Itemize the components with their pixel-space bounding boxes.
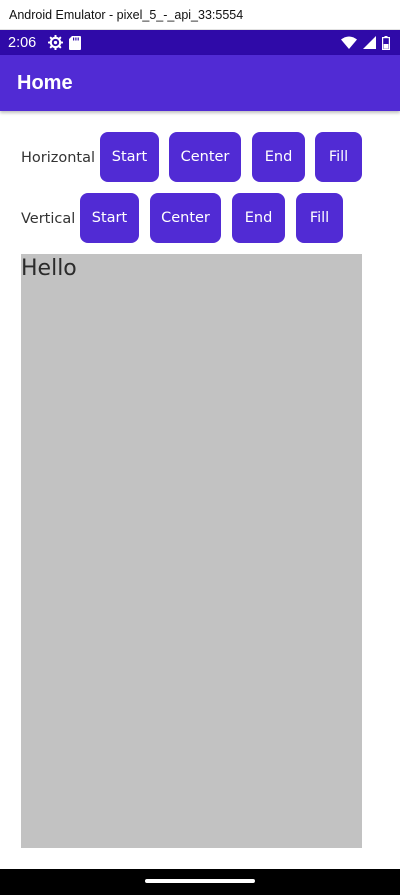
vertical-center-button[interactable]: Center: [150, 193, 221, 243]
app-bar: Home: [0, 55, 400, 111]
home-gesture-handle[interactable]: [145, 879, 255, 883]
status-bar: 2:06: [0, 30, 400, 55]
status-bar-left: 2:06: [8, 34, 82, 51]
vertical-end-button[interactable]: End: [232, 193, 285, 243]
horizontal-label: Horizontal: [21, 150, 96, 166]
hello-label: Hello: [21, 256, 77, 281]
content-box: Hello: [21, 254, 362, 848]
horizontal-end-button[interactable]: End: [252, 132, 305, 182]
emulator-title-bar: Android Emulator - pixel_5_-_api_33:5554: [0, 0, 400, 30]
vertical-fill-button[interactable]: Fill: [296, 193, 343, 243]
vertical-options-row: Vertical Start Center End Fill: [0, 193, 400, 245]
horizontal-fill-button[interactable]: Fill: [315, 132, 362, 182]
horizontal-options-row: Horizontal Start Center End Fill: [0, 132, 400, 184]
cellular-signal-icon: [363, 36, 376, 49]
navigation-bar: [0, 869, 400, 895]
horizontal-center-button[interactable]: Center: [169, 132, 241, 182]
window-title: Android Emulator - pixel_5_-_api_33:5554: [9, 7, 244, 22]
wifi-icon: [341, 36, 357, 49]
vertical-start-button[interactable]: Start: [80, 193, 139, 243]
settings-gear-icon: [48, 35, 64, 50]
vertical-label: Vertical: [21, 211, 76, 227]
status-bar-right: [341, 35, 390, 50]
status-time: 2:06: [8, 34, 37, 51]
page-title: Home: [17, 71, 73, 94]
battery-icon: [382, 35, 390, 50]
sd-card-icon: [69, 35, 82, 50]
horizontal-start-button[interactable]: Start: [100, 132, 159, 182]
